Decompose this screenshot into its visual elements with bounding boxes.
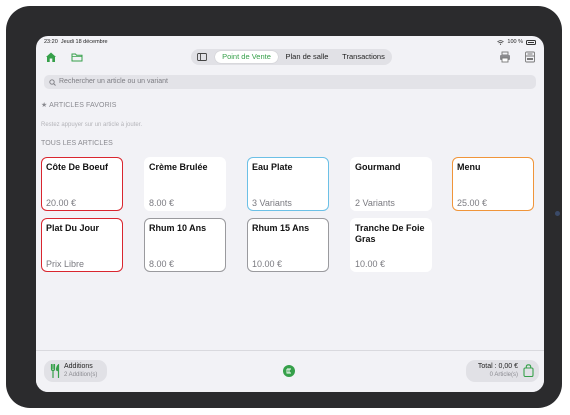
additions-count: 2 Addition(s) xyxy=(64,372,98,378)
article-card[interactable]: Plat Du Jour Prix Libre xyxy=(41,218,123,272)
home-icon[interactable] xyxy=(44,50,58,64)
status-bar: 23:20 Jeudi 18 décembre 100 % xyxy=(36,36,544,47)
article-name: Gourmand xyxy=(355,162,401,172)
article-name: Côte De Boeuf xyxy=(46,162,109,172)
favorites-hint: Restez appuyer sur un article à jouter. xyxy=(41,122,143,128)
battery-percent: 100 % xyxy=(507,39,523,45)
favorites-title: ARTICLES FAVORIS xyxy=(49,102,117,109)
article-name: Menu xyxy=(457,162,481,172)
article-variants: 2 Variants xyxy=(355,198,395,208)
tab-point-de-vente[interactable]: Point de Vente xyxy=(215,51,278,63)
status-right: 100 % xyxy=(497,39,536,45)
article-price: 10.00 € xyxy=(252,259,283,269)
tablet-device: 23:20 Jeudi 18 décembre 100 % Point de V… xyxy=(6,6,562,408)
article-name: Eau Plate xyxy=(252,162,293,172)
shopping-bag-icon xyxy=(523,364,534,377)
star-icon: ★ xyxy=(41,102,48,109)
battery-icon xyxy=(526,39,536,45)
article-name: Rhum 15 Ans xyxy=(252,223,310,233)
status-time-date: 23:20 Jeudi 18 décembre xyxy=(44,39,108,45)
article-card[interactable]: Rhum 10 Ans 8.00 € xyxy=(144,218,226,272)
all-articles-title: TOUS LES ARTICLES xyxy=(41,140,113,147)
favorites-header: ★ ARTICLES FAVORIS xyxy=(41,101,117,109)
search-placeholder: Rechercher un article ou un variant xyxy=(59,78,168,85)
app-logo-icon xyxy=(283,365,295,377)
total-amount: Total : 0,00 € xyxy=(477,363,518,370)
article-name: Crème Brulée xyxy=(149,162,208,172)
tab-plan-de-salle[interactable]: Plan de salle xyxy=(279,51,335,63)
article-price: Prix Libre xyxy=(46,259,85,269)
tab-transactions[interactable]: Transactions xyxy=(337,51,390,63)
article-card[interactable]: Côte De Boeuf 20.00 € xyxy=(41,157,123,211)
article-card[interactable]: Eau Plate 3 Variants xyxy=(247,157,329,211)
article-card[interactable]: Rhum 15 Ans 10.00 € xyxy=(247,218,329,272)
search-icon xyxy=(49,78,56,86)
cash-register-icon[interactable] xyxy=(523,50,537,64)
additions-title: Additions xyxy=(64,363,93,370)
main-nav-segmented: Point de Vente Plan de salle Transaction… xyxy=(191,49,392,65)
article-card[interactable]: Gourmand 2 Variants xyxy=(350,157,432,211)
printer-icon[interactable] xyxy=(498,50,512,64)
search-input[interactable]: Rechercher un article ou un variant xyxy=(44,75,536,89)
article-price: 8.00 € xyxy=(149,259,175,269)
total-article-count: 0 Article(s) xyxy=(489,372,518,378)
wifi-icon xyxy=(497,39,505,45)
article-price: 25.00 € xyxy=(457,198,488,208)
total-button[interactable]: Total : 0,00 € 0 Article(s) xyxy=(466,360,539,382)
camera-dot xyxy=(555,211,560,216)
bottom-bar: Additions 2 Addition(s) Total : 0,00 € 0… xyxy=(36,350,544,392)
article-price: 10.00 € xyxy=(355,259,386,269)
additions-button[interactable]: Additions 2 Addition(s) xyxy=(44,360,107,382)
article-name: Rhum 10 Ans xyxy=(149,223,207,233)
article-price: 20.00 € xyxy=(46,198,77,208)
app-screen: 23:20 Jeudi 18 décembre 100 % Point de V… xyxy=(36,36,544,392)
folder-icon[interactable] xyxy=(70,50,84,64)
article-card[interactable]: Tranche De Foie Gras 10.00 € xyxy=(350,218,432,272)
article-card[interactable]: Crème Brulée 8.00 € xyxy=(144,157,226,211)
article-variants: 3 Variants xyxy=(252,198,292,208)
article-name: Plat Du Jour xyxy=(46,223,100,233)
article-card[interactable]: Menu 25.00 € xyxy=(452,157,534,211)
sidebar-toggle-icon[interactable] xyxy=(195,51,209,63)
article-name: Tranche De Foie Gras xyxy=(355,223,425,244)
cutlery-icon xyxy=(50,364,60,378)
article-price: 8.00 € xyxy=(149,198,175,208)
